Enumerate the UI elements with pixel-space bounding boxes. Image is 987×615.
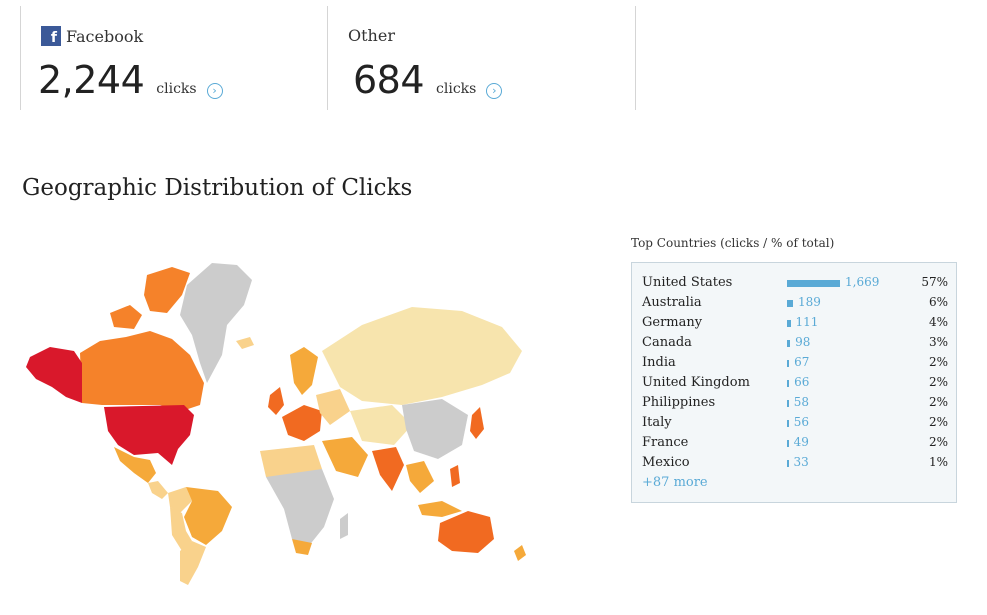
country-name: Mexico <box>642 455 690 470</box>
more-countries-link[interactable]: +87 more <box>642 475 708 490</box>
country-clicks: 98 <box>795 335 811 349</box>
map-middle-east[interactable] <box>322 437 368 477</box>
map-se-asia[interactable] <box>406 461 434 493</box>
country-name: Philippines <box>642 395 716 410</box>
country-row: Australia 189 6% <box>642 293 948 313</box>
clicks-bar <box>787 400 789 407</box>
country-name: India <box>642 355 676 370</box>
map-brazil[interactable] <box>184 487 232 545</box>
country-row: Canada 98 3% <box>642 333 948 353</box>
other-click-unit: clicks <box>436 81 477 97</box>
clicks-bar <box>787 300 793 307</box>
other-card-label: Other <box>348 26 395 45</box>
other-metric: 684 clicks › <box>353 58 503 102</box>
clicks-bar <box>787 280 840 287</box>
country-row: United Kingdom 66 2% <box>642 373 948 393</box>
country-name: France <box>642 435 689 450</box>
country-row: Mexico 33 1% <box>642 453 948 473</box>
map-central-asia[interactable] <box>350 405 412 445</box>
clicks-bar <box>787 360 790 367</box>
country-percent: 6% <box>928 295 948 309</box>
country-percent: 2% <box>928 435 948 449</box>
world-map[interactable] <box>22 255 532 595</box>
map-philippines[interactable] <box>450 465 460 487</box>
map-madagascar[interactable] <box>340 513 348 539</box>
country-percent: 1% <box>928 455 948 469</box>
country-percent: 4% <box>928 315 948 329</box>
map-australia[interactable] <box>438 511 494 553</box>
other-stat-card: Other 684 clicks › <box>327 6 636 110</box>
facebook-metric: 2,244 clicks › <box>38 58 223 102</box>
map-scandinavia[interactable] <box>290 347 318 395</box>
other-details-arrow-icon[interactable]: › <box>486 82 503 99</box>
country-percent: 2% <box>928 395 948 409</box>
country-clicks: 189 <box>798 295 821 309</box>
top-countries-title: Top Countries (clicks / % of total) <box>631 236 835 250</box>
country-clicks: 58 <box>793 395 810 409</box>
clicks-bar <box>787 460 789 467</box>
country-clicks: 33 <box>793 455 809 469</box>
country-name: United Kingdom <box>642 375 750 390</box>
country-clicks: 1,669 <box>845 275 880 289</box>
map-canada[interactable] <box>80 331 204 411</box>
map-central-africa[interactable] <box>266 469 334 547</box>
map-india[interactable] <box>372 447 404 491</box>
map-central-america[interactable] <box>148 481 168 499</box>
country-name: Italy <box>642 415 672 430</box>
country-row: Philippines 58 2% <box>642 393 948 413</box>
map-russia[interactable] <box>322 307 522 405</box>
country-row: Germany 111 4% <box>642 313 948 333</box>
country-clicks: 111 <box>795 315 819 329</box>
country-clicks: 67 <box>794 355 810 369</box>
facebook-click-unit: clicks <box>156 81 197 97</box>
clicks-bar <box>787 320 791 327</box>
country-clicks: 49 <box>793 435 809 449</box>
map-china[interactable] <box>402 399 468 459</box>
facebook-card-label: Facebook <box>66 26 144 46</box>
map-iceland[interactable] <box>236 337 254 349</box>
facebook-stat-card: f Facebook 2,244 clicks › <box>20 6 328 110</box>
country-percent: 2% <box>928 355 948 369</box>
top-countries-panel: United States 1,669 57% Australia 189 6% Germa… <box>631 262 957 503</box>
map-canada-islands-2[interactable] <box>110 305 142 329</box>
clicks-bar <box>787 380 790 387</box>
country-row: India 67 2% <box>642 353 948 373</box>
facebook-details-arrow-icon[interactable]: › <box>206 82 223 99</box>
map-japan[interactable] <box>470 407 484 439</box>
map-alaska[interactable] <box>26 347 82 403</box>
facebook-click-count: 2,244 <box>38 58 145 102</box>
clicks-bar <box>787 340 791 347</box>
map-new-zealand[interactable] <box>514 545 526 561</box>
facebook-card-header: f Facebook <box>41 26 143 46</box>
country-name: Canada <box>642 335 692 350</box>
country-percent: 57% <box>921 275 948 289</box>
other-card-header: Other <box>348 26 395 45</box>
country-clicks: 66 <box>794 375 810 389</box>
country-clicks: 56 <box>793 415 810 429</box>
country-percent: 2% <box>928 375 948 389</box>
country-percent: 2% <box>928 415 948 429</box>
country-name: United States <box>642 275 733 290</box>
facebook-icon: f <box>41 26 61 46</box>
country-name: Germany <box>642 315 703 330</box>
map-usa[interactable] <box>104 405 194 465</box>
country-percent: 3% <box>928 335 948 349</box>
country-name: Australia <box>642 295 702 310</box>
map-indonesia[interactable] <box>418 501 462 517</box>
clicks-bar <box>787 420 789 427</box>
clicks-bar <box>787 440 789 447</box>
country-row: Italy 56 2% <box>642 413 948 433</box>
section-title: Geographic Distribution of Clicks <box>22 175 413 201</box>
map-uk[interactable] <box>268 387 284 415</box>
other-click-count: 684 <box>353 58 425 102</box>
country-row: France 49 2% <box>642 433 948 453</box>
country-row: United States 1,669 57% <box>642 273 948 293</box>
map-europe-west[interactable] <box>282 405 322 441</box>
